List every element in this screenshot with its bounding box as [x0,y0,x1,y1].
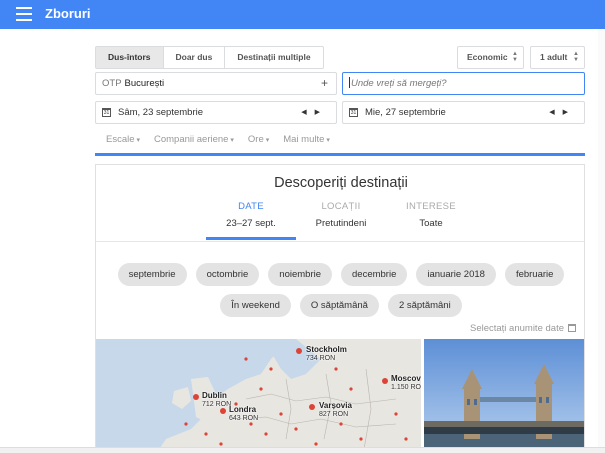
map-city-warsaw[interactable]: Varșovia 827 RON [319,401,352,419]
chip-february[interactable]: februarie [504,263,565,286]
city-name: Dublin [202,391,227,400]
map-city-dublin[interactable]: Dublin 712 RON [202,391,231,409]
cabin-class-select[interactable]: Economic ▲ ▼ [457,46,524,69]
app-title: Zboruri [45,6,91,21]
tab-round-trip[interactable]: Dus-întors [96,47,164,68]
return-date-field[interactable]: 31 Mie, 27 septembrie ◀▶ [342,101,585,124]
app-header: Zboruri [0,0,605,29]
europe-map-graphic [96,339,421,453]
tab-one-way[interactable]: Doar dus [164,47,226,68]
city-price: 734 RON [306,355,336,362]
city-name: Varșovia [319,401,352,410]
calendar-icon: 31 [349,108,358,117]
tab-interests-value: Toate [419,218,443,229]
horizontal-scrollbar[interactable] [0,447,605,453]
hamburger-icon[interactable] [16,7,32,21]
add-origin-icon[interactable]: + [321,73,328,94]
city-name: Stockholm [306,345,347,354]
chip-january-2018[interactable]: ianuarie 2018 [416,263,496,286]
chip-september[interactable]: septembrie [117,263,187,286]
passengers-select[interactable]: 1 adult ▲ ▼ [530,46,585,69]
tab-multi-city[interactable]: Destinații multiple [225,47,322,68]
origin-city: București [124,78,165,89]
tab-dates-heading: DATE [238,201,264,212]
cabin-class-value: Economic [467,52,508,62]
city-price: 712 RON [202,401,232,408]
chip-two-weeks[interactable]: 2 săptămâni [387,294,462,317]
departure-date-field[interactable]: 31 Sâm, 23 septembrie ◀▶ [95,101,337,124]
destination-input[interactable]: Unde vreți să mergeți? [342,72,585,95]
select-dates-label: Selectați anumite date [469,323,564,334]
divider [96,241,584,242]
select-arrows-icon: ▲ ▼ [573,51,579,63]
select-arrows-icon: ▲ ▼ [512,51,518,63]
origin-code: OTP [102,78,122,89]
chip-october[interactable]: octombrie [195,263,260,286]
map-city-stockholm[interactable]: Stockholm 734 RON [306,345,347,363]
tab-interests-heading: INTERESE [406,201,456,212]
return-date: Mie, 27 septembrie [365,107,446,118]
date-nav-arrows-icon[interactable]: ◀▶ [301,102,328,123]
city-price: 1.150 RON [391,384,421,391]
vertical-scrollbar[interactable] [598,29,605,447]
filter-more[interactable]: Mai multe [283,134,330,145]
chip-one-week[interactable]: O săptămână [299,294,379,317]
discover-title: Descoperiți destinații [274,175,408,191]
calendar-icon [568,324,576,332]
destination-placeholder: Unde vreți să mergeți? [351,78,447,89]
city-price: 643 RON [229,415,259,422]
passengers-value: 1 adult [540,52,568,62]
active-tab-indicator [206,237,296,240]
tab-locations-heading: LOCAȚII [321,201,361,212]
duration-chips: În weekend O săptămână 2 săptămâni [96,294,584,317]
progress-line [95,153,585,156]
text-caret [349,77,350,88]
map-city-moscow[interactable]: Moscov 1.150 RON [391,374,421,392]
chip-december[interactable]: decembrie [341,263,408,286]
destination-photo[interactable] [424,339,584,453]
tab-interests[interactable]: INTERESE Toate [386,201,476,229]
origin-field[interactable]: OTP București + [95,72,337,95]
tab-dates-value: 23–27 sept. [226,218,276,229]
city-name: Moscov [391,374,421,383]
tower-bridge-image [424,339,584,453]
map-city-london[interactable]: Londra 643 RON [229,405,258,423]
city-name: Londra [229,405,257,414]
chip-weekend[interactable]: În weekend [220,294,291,317]
tab-dates[interactable]: DATE 23–27 sept. [206,201,296,229]
date-nav-arrows-icon[interactable]: ◀▶ [549,102,576,123]
month-chips: septembrie octombrie noiembrie decembrie… [96,263,584,286]
filter-airlines[interactable]: Companii aeriene [154,134,234,145]
select-dates-link[interactable]: Selectați anumite date [470,323,576,334]
calendar-icon: 31 [102,108,111,117]
filter-bar: Escale Companii aeriene Ore Mai multe [106,134,330,145]
tab-locations[interactable]: LOCAȚII Pretutindeni [296,201,386,229]
filter-stops[interactable]: Escale [106,134,140,145]
destination-map[interactable]: Stockholm 734 RON Moscov 1.150 RON Dubli… [96,339,421,453]
filter-times[interactable]: Ore [248,134,269,145]
chip-november[interactable]: noiembrie [268,263,332,286]
trip-type-tabs: Dus-întors Doar dus Destinații multiple [95,46,324,69]
city-price: 827 RON [319,411,349,418]
departure-date: Sâm, 23 septembrie [118,107,204,118]
discover-card: Descoperiți destinații DATE 23–27 sept. … [95,164,585,453]
tab-locations-value: Pretutindeni [315,218,367,229]
